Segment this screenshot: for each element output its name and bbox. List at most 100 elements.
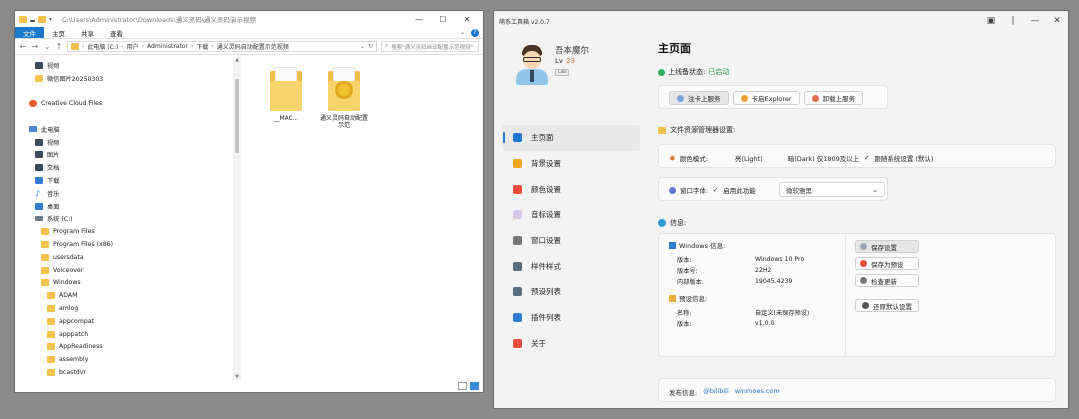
- sidebar-item[interactable]: 样件样式: [502, 253, 640, 279]
- tab-file[interactable]: 文件: [15, 27, 44, 38]
- action-button[interactable]: 保存设置: [855, 240, 919, 253]
- folder-icon: [47, 369, 55, 377]
- nav-item[interactable]: 系统 (C:): [15, 213, 241, 226]
- level-value: 23: [566, 57, 575, 65]
- file-explorer-section-title: 文件资源管理器设置:: [658, 125, 735, 135]
- nav-item[interactable]: bcastdvr: [15, 366, 241, 379]
- preset-list-icon: [513, 287, 522, 297]
- nav-item[interactable]: 文档: [15, 161, 241, 174]
- nav-item[interactable]: 视频⊼: [15, 59, 241, 72]
- nav-item[interactable]: 桌面: [15, 200, 241, 213]
- home-icon: [513, 133, 522, 143]
- up-arrow-icon[interactable]: ↑: [55, 42, 63, 51]
- help-icon[interactable]: ?: [471, 28, 479, 37]
- folder-item[interactable]: __MAC...: [261, 67, 311, 122]
- theme-option-system[interactable]: 跟随系统设置 (默认): [874, 153, 933, 163]
- nav-item[interactable]: ADAM: [15, 289, 241, 302]
- music-icon: ♪: [35, 188, 41, 198]
- breadcrumb-segment[interactable]: 此电脑 (C:): [87, 42, 118, 51]
- nav-item[interactable]: Program Files: [15, 225, 241, 238]
- search-input[interactable]: ⌕ 搜索"通义灵码自动配置示范视频": [381, 41, 479, 52]
- action-button[interactable]: 还原默认设置: [855, 299, 919, 312]
- nav-item[interactable]: Windows: [15, 277, 241, 290]
- minimize-button[interactable]: |: [1002, 12, 1024, 30]
- enable-font-checkbox[interactable]: ✓: [712, 186, 719, 194]
- breadcrumb-segment[interactable]: Administrator: [147, 43, 188, 50]
- tab-view[interactable]: 查看: [102, 27, 131, 38]
- minimize-button[interactable]: —: [1024, 12, 1046, 30]
- service-button[interactable]: 卡启Explorer: [732, 91, 800, 105]
- nav-item[interactable]: amlog: [15, 302, 241, 315]
- scroll-up-icon[interactable]: ▲: [233, 57, 241, 63]
- minimize-button[interactable]: —: [407, 12, 431, 26]
- folder-icon: [41, 253, 49, 261]
- nav-item[interactable]: 此电脑: [15, 123, 241, 136]
- refresh-icon[interactable]: ↻: [368, 43, 373, 50]
- nav-item[interactable]: 微信图片20250303⊼: [15, 72, 241, 85]
- nav-item[interactable]: Creative Cloud Files: [15, 97, 241, 110]
- nav-item[interactable]: assembly: [15, 353, 241, 366]
- nav-scrollbar[interactable]: ▲ ▼: [233, 57, 241, 380]
- sidebar-item[interactable]: 主页面: [502, 125, 640, 151]
- address-dropdown-icon[interactable]: ⌄: [360, 43, 365, 50]
- breadcrumb-segment[interactable]: 通义灵码自动配置示范视频: [217, 42, 289, 51]
- properties-icon[interactable]: [30, 17, 35, 22]
- sidebar-item[interactable]: 颜色设置: [502, 176, 640, 202]
- tab-home[interactable]: 主页: [44, 27, 73, 38]
- nav-item-label: apppatch: [59, 330, 89, 338]
- breadcrumb-segment[interactable]: 下载: [196, 42, 208, 51]
- close-button[interactable]: ✕: [455, 12, 479, 26]
- address-bar[interactable]: › 此电脑 (C:) › 用户 › Administrator › 下载 › 通…: [67, 41, 377, 52]
- sidebar-item[interactable]: 关于: [502, 331, 640, 357]
- recent-dropdown-icon[interactable]: ⌄: [43, 42, 51, 51]
- breadcrumb-segment[interactable]: 用户: [127, 42, 139, 51]
- nav-item[interactable]: 下载: [15, 174, 241, 187]
- nav-item[interactable]: appcompat: [15, 315, 241, 328]
- forward-arrow-icon[interactable]: →: [31, 42, 39, 51]
- nav-item[interactable]: 图片: [15, 149, 241, 162]
- sidebar-item-label: 样件样式: [531, 261, 561, 271]
- theme-label: 颜色模式:: [679, 155, 708, 163]
- sidebar-item[interactable]: 预设列表: [502, 279, 640, 305]
- theme-light-checkbox[interactable]: [724, 155, 731, 162]
- scrollbar-thumb[interactable]: [235, 79, 239, 153]
- large-icons-view-button[interactable]: [470, 382, 479, 390]
- action-button[interactable]: 保存为预设: [855, 257, 919, 270]
- service-button[interactable]: 卸载上服务: [803, 91, 864, 105]
- theme-dark-checkbox[interactable]: [777, 155, 784, 162]
- sidebar-item[interactable]: 音标设置: [502, 202, 640, 228]
- nav-item[interactable]: 视频: [15, 136, 241, 149]
- action-button[interactable]: 检查更新: [855, 274, 919, 287]
- sidebar-item[interactable]: 窗口设置: [502, 228, 640, 254]
- maximize-button[interactable]: ☐: [431, 12, 455, 26]
- details-view-button[interactable]: [458, 382, 467, 390]
- new-folder-icon[interactable]: [38, 15, 46, 23]
- nav-item[interactable]: apppatch: [15, 328, 241, 341]
- pin-button[interactable]: ▣: [980, 12, 1002, 30]
- qat-dropdown-icon[interactable]: ▾: [49, 16, 52, 23]
- nav-item[interactable]: usersdata: [15, 251, 241, 264]
- service-button[interactable]: 注卡上服务: [669, 91, 729, 105]
- nav-item[interactable]: Program Files (x86): [15, 238, 241, 251]
- file-explorer-window: ▾ C:\Users\Administrator\Downloads\通义灵码\…: [14, 10, 484, 393]
- sidebar-item-label: 音标设置: [531, 210, 561, 220]
- enable-font-label[interactable]: 启用此功能: [723, 185, 756, 195]
- theme-option-light[interactable]: 亮(Light): [735, 153, 763, 163]
- nav-item[interactable]: Voiceover: [15, 264, 241, 277]
- folder-item[interactable]: 通义灵码自动配置示范: [319, 67, 369, 129]
- sidebar-item[interactable]: 插件列表: [502, 305, 640, 331]
- website-link[interactable]: winmoes.com: [735, 387, 780, 397]
- font-select-value: 微软雅黑: [786, 186, 812, 195]
- theme-system-checkbox[interactable]: ✓: [863, 154, 870, 162]
- tab-share[interactable]: 共享: [73, 27, 102, 38]
- font-select[interactable]: 微软雅黑 ⌄: [779, 182, 885, 197]
- bilibili-link[interactable]: @bilibili: [703, 387, 729, 397]
- nav-item[interactable]: AppReadiness: [15, 341, 241, 354]
- theme-option-dark[interactable]: 暗(Dark) 仅1809及以上: [788, 153, 860, 163]
- sidebar-item[interactable]: 背景设置: [502, 151, 640, 177]
- nav-item[interactable]: ♪ 音乐: [15, 187, 241, 200]
- close-button[interactable]: ✕: [1046, 12, 1068, 30]
- button-label: 保存为预设: [871, 260, 904, 269]
- expand-ribbon-icon[interactable]: ⌄: [460, 29, 465, 36]
- back-arrow-icon[interactable]: ←: [19, 42, 27, 51]
